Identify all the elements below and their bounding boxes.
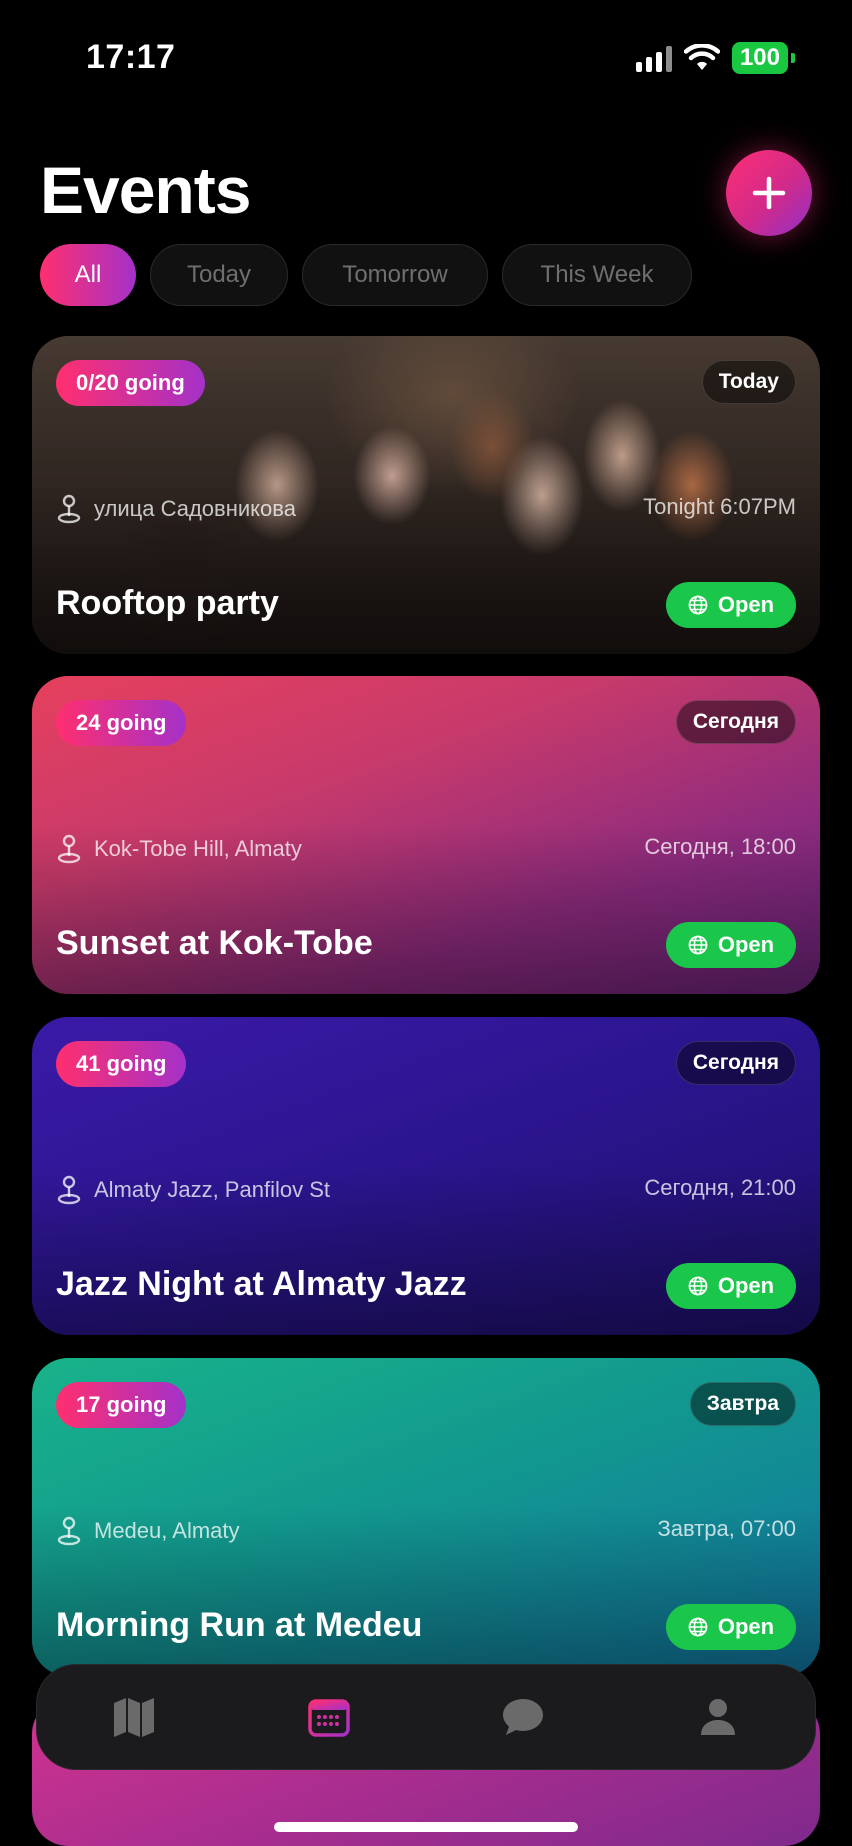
going-count-badge: 17 going: [56, 1382, 187, 1428]
location-text: Almaty Jazz, Panfilov St: [94, 1177, 330, 1202]
going-count-badge: 24 going: [56, 700, 187, 746]
day-badge: Today: [701, 360, 796, 404]
battery-indicator: 100: [731, 42, 796, 74]
location-pin-icon: [57, 1516, 81, 1546]
plus-icon: [752, 176, 786, 210]
add-event-button[interactable]: [726, 150, 812, 236]
page-title: Events: [40, 153, 251, 227]
status-bar: 17:17 100: [0, 0, 852, 110]
event-location: Medeu, Almaty: [56, 1516, 240, 1546]
filter-chip-tomorrow[interactable]: Tomorrow: [302, 244, 488, 306]
location-text: Kok-Tobe Hill, Almaty: [94, 836, 302, 861]
open-button[interactable]: Open: [666, 922, 796, 968]
event-card-rooftop-party[interactable]: 0/20 going Today улица Садовникова Tonig…: [32, 336, 820, 654]
tab-chats[interactable]: [463, 1677, 583, 1757]
filter-chip-all[interactable]: All: [40, 244, 136, 306]
event-card-sunset-kok-tobe[interactable]: 24 going Сегодня Kok-Tobe Hill, Almaty С…: [32, 676, 820, 994]
event-title: Rooftop party: [56, 584, 279, 622]
going-count-badge: 41 going: [56, 1041, 187, 1087]
open-button[interactable]: Open: [666, 1263, 796, 1309]
cellular-signal-icon: [635, 44, 672, 72]
status-icons: 100: [635, 42, 796, 74]
location-pin-icon: [57, 494, 81, 524]
open-label: Open: [717, 592, 775, 617]
filter-chips: All Today Tomorrow This Week: [40, 244, 692, 306]
event-card-morning-run[interactable]: 17 going Завтра Medeu, Almaty Завтра, 07…: [32, 1358, 820, 1676]
going-count-badge: 0/20 going: [56, 360, 205, 406]
calendar-icon: [308, 1699, 350, 1737]
location-text: Medeu, Almaty: [94, 1518, 240, 1543]
tab-bar: [36, 1664, 816, 1770]
event-location: Kok-Tobe Hill, Almaty: [56, 834, 302, 864]
profile-icon: [700, 1699, 735, 1735]
status-time: 17:17: [86, 38, 176, 76]
event-location: улица Садовникова: [56, 494, 296, 524]
event-location: Almaty Jazz, Panfilov St: [56, 1175, 330, 1205]
event-time: Завтра, 07:00: [657, 1516, 796, 1541]
open-label: Open: [717, 1614, 775, 1639]
globe-icon: [688, 935, 708, 955]
day-badge: Сегодня: [675, 700, 796, 744]
globe-icon: [688, 595, 708, 615]
event-time: Tonight 6:07PM: [643, 494, 796, 519]
open-label: Open: [717, 932, 775, 957]
event-title: Sunset at Kok-Tobe: [56, 924, 373, 962]
chat-bubble-icon: [503, 1699, 544, 1735]
globe-icon: [688, 1617, 708, 1637]
globe-icon: [688, 1276, 708, 1296]
tab-profile[interactable]: [658, 1677, 778, 1757]
day-badge: Сегодня: [675, 1041, 796, 1085]
event-card-jazz-night[interactable]: 41 going Сегодня Almaty Jazz, Panfilov S…: [32, 1017, 820, 1335]
location-pin-icon: [57, 834, 81, 864]
location-pin-icon: [57, 1175, 81, 1205]
filter-chip-today[interactable]: Today: [150, 244, 288, 306]
map-icon: [114, 1698, 155, 1737]
event-title: Morning Run at Medeu: [56, 1606, 423, 1644]
day-badge: Завтра: [689, 1382, 796, 1426]
wifi-icon: [683, 44, 720, 70]
filter-chip-this-week[interactable]: This Week: [502, 244, 692, 306]
event-time: Сегодня, 18:00: [644, 834, 796, 859]
tab-events[interactable]: [269, 1677, 389, 1757]
open-button[interactable]: Open: [666, 1604, 796, 1650]
open-button[interactable]: Open: [666, 582, 796, 628]
event-title: Jazz Night at Almaty Jazz: [56, 1265, 467, 1303]
open-label: Open: [717, 1273, 775, 1298]
event-time: Сегодня, 21:00: [644, 1175, 796, 1200]
tab-map[interactable]: [74, 1677, 194, 1757]
location-text: улица Садовникова: [94, 496, 296, 521]
home-indicator: [274, 1822, 578, 1832]
